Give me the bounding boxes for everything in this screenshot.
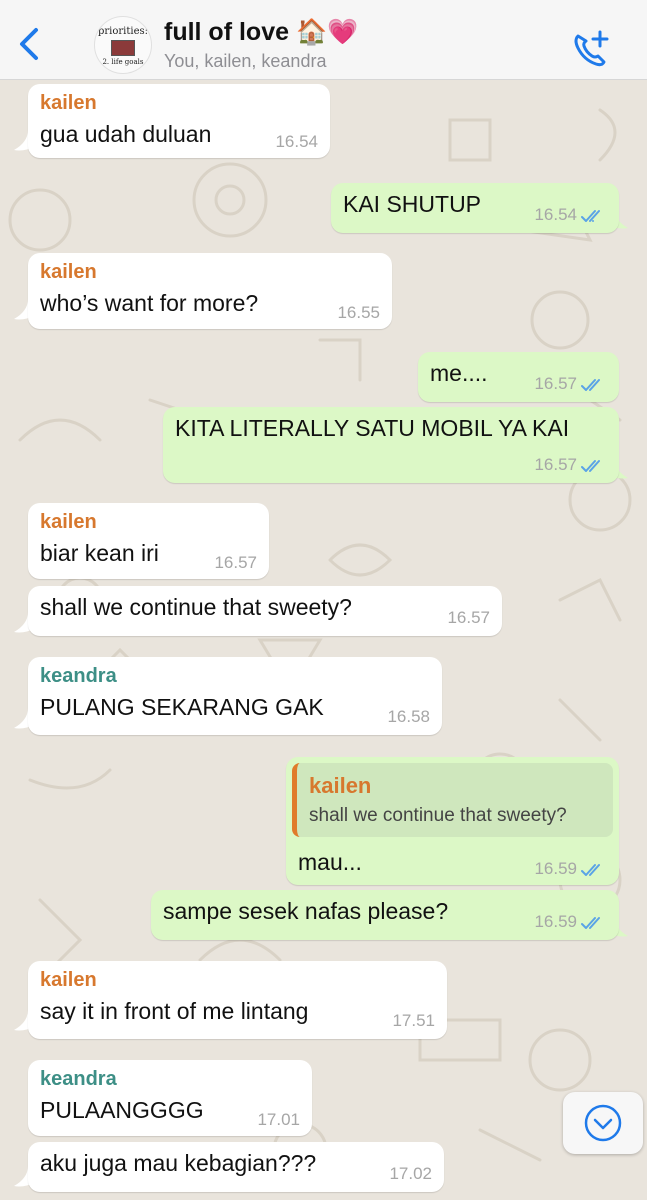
message-bubble[interactable]: shall we continue that sweety? 16.57 — [28, 586, 502, 636]
quoted-message[interactable]: kailen shall we continue that sweety? — [292, 763, 613, 837]
reply-message-bubble[interactable]: kailen shall we continue that sweety? ma… — [286, 757, 619, 885]
message-text: shall we continue that sweety? — [40, 594, 352, 620]
message-bubble[interactable]: KITA LITERALLY SATU MOBIL YA KAI 16.57 — [163, 407, 619, 483]
double-check-icon — [581, 210, 600, 222]
group-title[interactable]: full of love 🏠💗 — [164, 18, 358, 47]
avatar-picture — [111, 40, 135, 56]
group-avatar[interactable]: priorities: 2. life goals — [94, 16, 152, 74]
double-check-icon — [581, 864, 600, 876]
quoted-text: shall we continue that sweety? — [309, 805, 567, 826]
chat-header: priorities: 2. life goals full of love 🏠… — [0, 0, 647, 80]
message-time: 16.54 — [275, 132, 318, 151]
message-time: 16.57 — [447, 608, 490, 627]
chevron-down-icon — [584, 1104, 622, 1142]
add-call-button[interactable] — [570, 28, 612, 68]
message-bubble[interactable]: aku juga mau kebagian??? 17.02 — [28, 1142, 444, 1192]
double-check-icon — [581, 460, 600, 472]
message-time: 17.02 — [389, 1164, 432, 1183]
group-members[interactable]: You, kailen, keandra — [164, 51, 326, 72]
avatar-text-top: priorities: — [97, 26, 148, 37]
message-bubble[interactable]: sampe sesek nafas please? 16.59 — [151, 890, 619, 940]
message-text: KITA LITERALLY SATU MOBIL YA KAI — [175, 415, 570, 441]
double-check-icon — [581, 917, 600, 929]
message-time: 16.57 — [214, 553, 257, 572]
message-time: 16.54 — [534, 205, 577, 224]
message-bubble[interactable]: kailen gua udah duluan 16.54 — [28, 84, 330, 158]
message-text: PULANG SEKARANG GAK — [40, 694, 324, 720]
message-text: who’s want for more? — [40, 290, 259, 316]
message-time: 16.58 — [387, 707, 430, 726]
message-time: 16.59 — [534, 912, 577, 931]
message-time: 16.59 — [534, 859, 577, 878]
message-text: aku juga mau kebagian??? — [40, 1150, 317, 1176]
chevron-left-icon — [20, 28, 38, 60]
message-time: 16.57 — [534, 455, 577, 474]
message-sender: kailen — [40, 92, 97, 114]
message-sender: keandra — [40, 665, 117, 687]
add-call-icon — [574, 30, 609, 67]
message-sender: kailen — [40, 969, 97, 991]
message-bubble[interactable]: KAI SHUTUP 16.54 — [331, 183, 619, 233]
message-bubble[interactable]: kailen biar kean iri 16.57 — [28, 503, 269, 579]
avatar-text-bottom: 2. life goals — [102, 58, 144, 66]
message-bubble[interactable]: kailen say it in front of me lintang 17.… — [28, 961, 447, 1039]
back-button[interactable] — [14, 24, 44, 64]
message-time: 16.57 — [534, 374, 577, 393]
message-bubble[interactable]: keandra PULANG SEKARANG GAK 16.58 — [28, 657, 442, 735]
message-sender: keandra — [40, 1068, 117, 1090]
message-sender: kailen — [40, 511, 97, 533]
message-bubble[interactable]: kailen who’s want for more? 16.55 — [28, 253, 392, 329]
quoted-sender: kailen — [309, 773, 372, 798]
message-sender: kailen — [40, 261, 97, 283]
message-bubble[interactable]: me.... 16.57 — [418, 352, 619, 402]
message-time: 17.51 — [392, 1011, 435, 1030]
message-text: say it in front of me lintang — [40, 998, 309, 1024]
scroll-to-bottom-button[interactable] — [563, 1092, 643, 1154]
message-time: 17.01 — [257, 1110, 300, 1129]
message-bubble[interactable]: keandra PULAANGGGG 17.01 — [28, 1060, 312, 1136]
double-check-icon — [581, 379, 600, 391]
message-time: 16.55 — [337, 303, 380, 322]
